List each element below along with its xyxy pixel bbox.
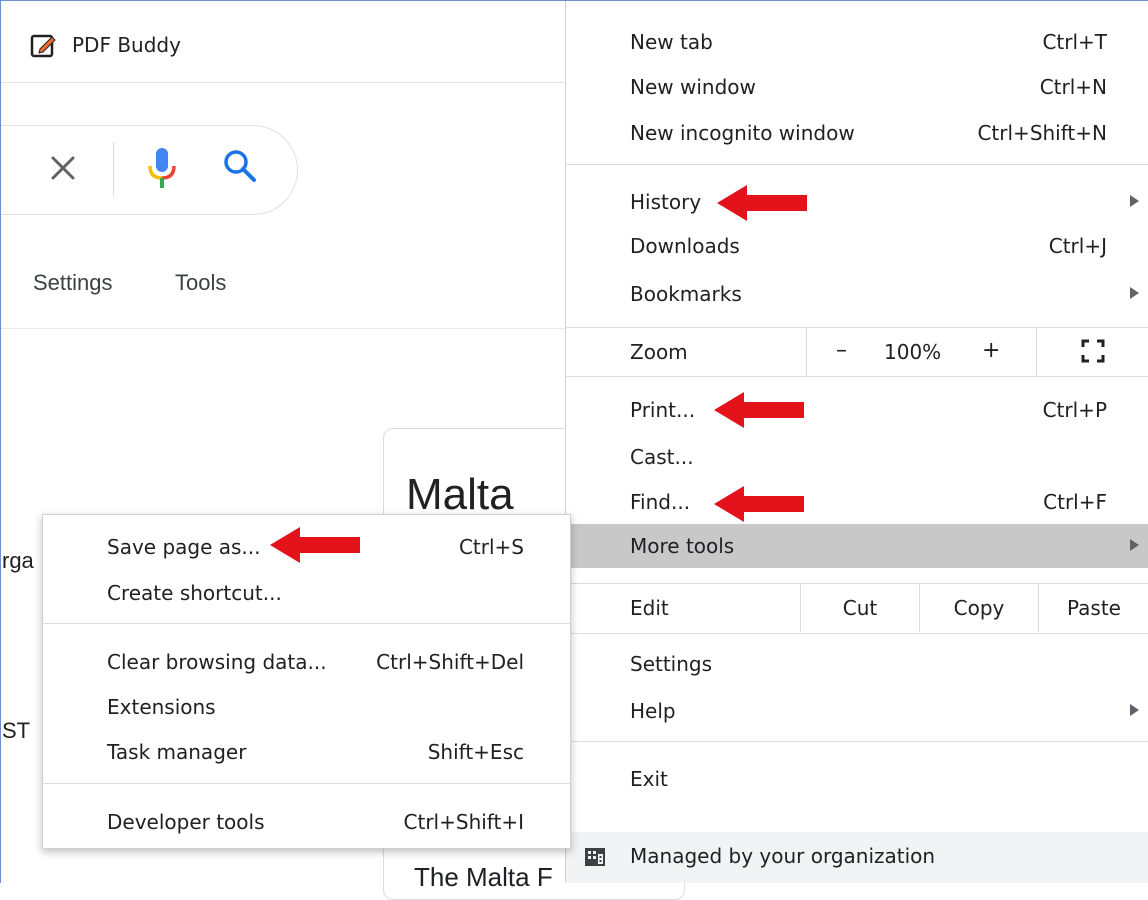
menu-item-label: Developer tools [107,810,265,834]
menu-item-shortcut: Ctrl+Shift+Del [376,650,524,674]
menu-item-label: History [630,190,702,214]
menu-item-shortcut: Ctrl+F [1043,490,1107,514]
bookmark-pdf-buddy[interactable]: PDF Buddy [30,28,181,62]
submenu-arrow-icon [1130,195,1139,207]
menu-item-more-tools[interactable]: More tools [566,524,1148,568]
submenu-item-task-manager[interactable]: Task manager Shift+Esc [43,730,570,774]
menu-item-label: Exit [630,767,668,791]
menu-item-label: New incognito window [630,121,855,145]
managed-label: Managed by your organization [630,844,936,868]
pdf-buddy-pencil-icon [30,34,56,58]
cut-button[interactable]: Cut [801,584,919,632]
menu-item-exit[interactable]: Exit [566,757,1148,801]
menu-item-print[interactable]: Print... Ctrl+P [566,388,1148,432]
menu-item-new-incognito-window[interactable]: New incognito window Ctrl+Shift+N [566,111,1148,155]
knowledge-panel-subtitle: The Malta F [414,862,553,892]
menu-separator [566,164,1148,165]
search-divider [113,142,114,197]
menu-item-shortcut: Ctrl+J [1048,234,1107,258]
menu-item-downloads[interactable]: Downloads Ctrl+J [566,224,1148,268]
menu-separator [566,376,1148,377]
menu-item-label: Print... [630,398,696,422]
menu-item-shortcut: Ctrl+Shift+I [403,810,524,834]
red-arrow-annotation-icon [714,392,804,428]
clear-icon[interactable] [45,150,81,186]
search-icon[interactable] [220,146,260,186]
red-arrow-annotation-icon [714,486,804,522]
menu-item-label: Help [630,699,676,723]
menu-item-label: More tools [630,534,735,558]
menu-item-shortcut: Ctrl+T [1042,30,1107,54]
result-text-fragment: rga [2,548,34,573]
menu-item-help[interactable]: Help [566,689,1148,733]
menu-separator [566,741,1148,742]
submenu-item-clear-browsing-data[interactable]: Clear browsing data... Ctrl+Shift+Del [43,640,570,684]
menu-edit-row: Edit Cut Copy Paste [566,584,1148,632]
mic-icon[interactable] [146,146,178,190]
menu-item-shortcut: Ctrl+Shift+N [977,121,1107,145]
menu-item-history[interactable]: History [566,180,1148,224]
menu-item-shortcut: Ctrl+N [1039,75,1107,99]
menu-item-settings[interactable]: Settings [566,642,1148,686]
edit-label: Edit [630,596,669,620]
submenu-arrow-icon [1130,539,1139,551]
menu-item-label: New window [630,75,756,99]
submenu-item-developer-tools[interactable]: Developer tools Ctrl+Shift+I [43,800,570,844]
menu-item-shortcut: Ctrl+S [458,535,524,559]
submenu-separator [43,783,570,784]
zoom-label: Zoom [630,340,688,364]
result-text-fragment: ST [2,718,31,743]
submenu-separator [43,623,570,624]
menu-item-label: Cast... [630,445,694,469]
menu-item-label: Bookmarks [630,282,742,306]
results-divider [0,328,565,329]
bookmark-label: PDF Buddy [72,33,181,57]
menu-item-bookmarks[interactable]: Bookmarks [566,272,1148,316]
fullscreen-icon[interactable] [1081,339,1105,363]
menu-item-label: Downloads [630,234,740,258]
zoom-in-button[interactable]: + [982,338,1000,363]
submenu-item-create-shortcut[interactable]: Create shortcut... [43,571,570,615]
menu-item-label: Find... [630,490,691,514]
building-icon [585,848,605,866]
red-arrow-annotation-icon [270,527,360,563]
menu-item-cast[interactable]: Cast... [566,435,1148,479]
menu-item-label: Settings [630,652,713,676]
menu-item-shortcut: Shift+Esc [427,740,524,764]
menu-item-find[interactable]: Find... Ctrl+F [566,480,1148,524]
zoom-level: 100% [884,340,942,364]
menu-item-label: Extensions [107,695,216,719]
menu-item-label: Clear browsing data... [107,650,327,674]
chrome-main-menu: New tab Ctrl+T New window Ctrl+N New inc… [565,0,1148,883]
paste-button[interactable]: Paste [1039,584,1148,632]
submenu-arrow-icon [1130,287,1139,299]
tools-link[interactable]: Tools [175,270,226,296]
zoom-out-button[interactable]: – [836,338,847,363]
menu-item-label: Save page as... [107,535,261,559]
menu-item-new-tab[interactable]: New tab Ctrl+T [566,20,1148,64]
submenu-arrow-icon [1130,704,1139,716]
menu-item-label: Task manager [107,740,247,764]
menu-separator [566,633,1148,634]
menu-item-shortcut: Ctrl+P [1042,398,1107,422]
red-arrow-annotation-icon [717,185,807,221]
copy-button[interactable]: Copy [920,584,1038,632]
bookmarks-bar: PDF Buddy [0,0,565,83]
managed-by-organization[interactable]: Managed by your organization [566,832,1148,883]
knowledge-panel-title: Malta [406,470,514,519]
menu-item-label: Create shortcut... [107,581,282,605]
zoom-separator [806,328,807,376]
settings-link[interactable]: Settings [33,270,113,296]
menu-item-label: New tab [630,30,713,54]
submenu-item-extensions[interactable]: Extensions [43,685,570,729]
zoom-separator [1036,328,1037,376]
menu-item-new-window[interactable]: New window Ctrl+N [566,65,1148,109]
menu-zoom-row: Zoom – 100% + [566,328,1148,376]
